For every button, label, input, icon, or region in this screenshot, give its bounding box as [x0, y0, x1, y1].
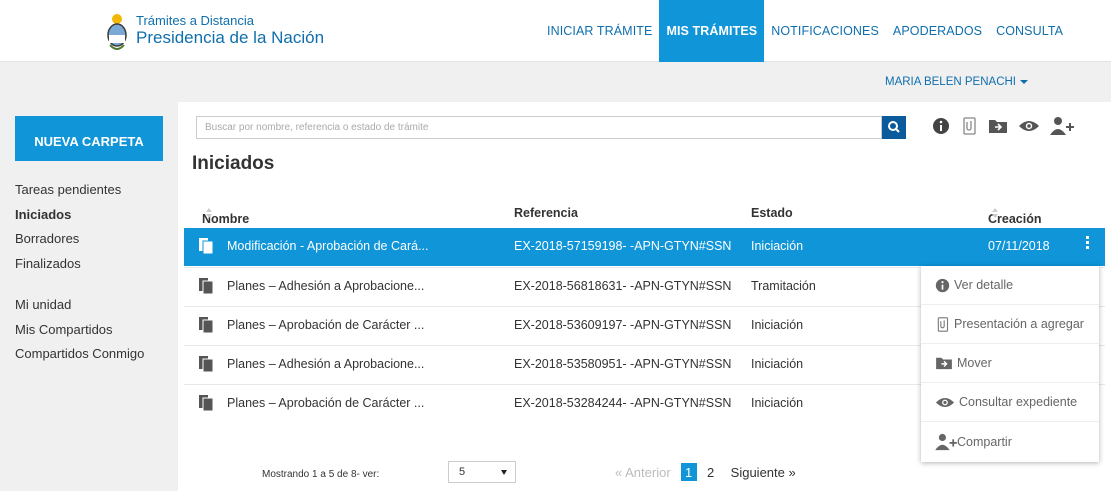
- prev-page-link[interactable]: « Anterior: [615, 465, 671, 480]
- sidebar: NUEVA CARPETA Tareas pendientes Iniciado…: [0, 102, 178, 491]
- view-eye-icon[interactable]: [1018, 119, 1040, 133]
- sort-icon: [992, 208, 998, 218]
- page-size-select[interactable]: 5: [448, 461, 516, 483]
- row-status: Iniciación: [751, 239, 804, 253]
- sidebar-item-finalizados[interactable]: Finalizados: [15, 256, 144, 281]
- row-name: Planes – Adhesión a Aprobacione...: [227, 357, 425, 371]
- top-header: Trámites a Distancia Presidencia de la N…: [0, 0, 1111, 62]
- menu-item-label: Ver detalle: [954, 278, 1014, 292]
- column-header-nombre[interactable]: Nombre: [202, 206, 249, 226]
- document-icon: [198, 277, 214, 298]
- user-menu[interactable]: MARIA BELEN PENACHI: [885, 76, 1028, 88]
- sidebar-item-iniciados[interactable]: Iniciados: [15, 207, 144, 232]
- page-size-value: 5: [459, 466, 466, 478]
- menu-item-label: Compartir: [957, 434, 1012, 449]
- sidebar-item-tareas-pendientes[interactable]: Tareas pendientes: [15, 182, 144, 207]
- nav-iniciar-tramite[interactable]: INICIAR TRÁMITE: [540, 0, 659, 62]
- nav-mis-tramites[interactable]: MIS TRÁMITES: [659, 0, 765, 62]
- row-status: Tramitación: [751, 279, 816, 293]
- attach-document-icon[interactable]: [960, 116, 978, 136]
- page-1-button[interactable]: 1: [680, 463, 697, 481]
- column-header-creacion[interactable]: Creación: [988, 206, 1042, 226]
- row-name: Planes – Aprobación de Carácter ...: [227, 396, 425, 410]
- row-reference: EX-2018-53284244- -APN-GTYN#SSN: [514, 396, 732, 410]
- sort-icon: [206, 208, 212, 218]
- info-icon[interactable]: [932, 117, 950, 135]
- row-reference: EX-2018-53609197- -APN-GTYN#SSN: [514, 318, 732, 332]
- menu-item-label: Presentación a agregar: [954, 317, 1084, 331]
- row-name: Modificación - Aprobación de Cará...: [227, 239, 429, 253]
- nav-notificaciones[interactable]: NOTIFICACIONES: [764, 0, 886, 62]
- menu-item-ver-detalle[interactable]: Ver detalle: [921, 266, 1099, 305]
- document-icon: [198, 237, 214, 258]
- nav-apoderados[interactable]: APODERADOS: [886, 0, 989, 62]
- page-2-button[interactable]: 2: [703, 463, 719, 481]
- document-icon: [198, 316, 214, 337]
- brand-subtitle: Trámites a Distancia: [136, 13, 254, 28]
- pagination: « Anterior 1 2 Siguiente »: [615, 463, 796, 481]
- row-reference: EX-2018-56818631- -APN-GTYN#SSN: [514, 279, 732, 293]
- user-bar: MARIA BELEN PENACHI: [0, 62, 1111, 102]
- sidebar-item-mis-compartidos[interactable]: Mis Compartidos: [15, 322, 144, 347]
- menu-item-compartir[interactable]: Compartir: [921, 422, 1099, 461]
- row-status: Iniciación: [751, 318, 804, 332]
- search-button[interactable]: [882, 116, 906, 139]
- next-page-link[interactable]: Siguiente »: [731, 465, 796, 480]
- caret-down-icon: [1020, 79, 1028, 84]
- document-icon: [198, 394, 214, 415]
- row-reference: EX-2018-57159198- -APN-GTYN#SSN: [514, 239, 732, 253]
- action-toolbar: [932, 116, 1084, 136]
- menu-item-mover[interactable]: Mover: [921, 344, 1099, 383]
- main-nav: INICIAR TRÁMITE MIS TRÁMITES NOTIFICACIO…: [540, 0, 1070, 62]
- pagination-info: Mostrando 1 a 5 de 8- ver:: [262, 469, 380, 480]
- add-user-icon: [935, 433, 957, 451]
- sidebar-list: Tareas pendientes Iniciados Borradores F…: [15, 182, 144, 371]
- new-folder-button[interactable]: NUEVA CARPETA: [15, 116, 163, 161]
- sidebar-item-borradores[interactable]: Borradores: [15, 231, 144, 256]
- page-title: Iniciados: [192, 153, 275, 174]
- search-bar: [196, 116, 908, 139]
- row-created: 07/11/2018: [988, 239, 1050, 253]
- move-folder-icon: [935, 356, 953, 370]
- move-folder-icon[interactable]: [988, 118, 1008, 134]
- row-status: Iniciación: [751, 396, 804, 410]
- menu-item-presentacion-a-agregar[interactable]: Presentación a agregar: [921, 305, 1099, 344]
- dropdown-arrow-icon: [501, 470, 507, 475]
- sidebar-item-mi-unidad[interactable]: Mi unidad: [15, 297, 144, 322]
- row-status: Iniciación: [751, 357, 804, 371]
- menu-item-label: Consultar expediente: [959, 395, 1078, 409]
- table-header: Nombre Referencia Estado Creación: [180, 200, 1105, 226]
- search-icon: [888, 121, 900, 133]
- document-icon: [198, 355, 214, 376]
- column-header-estado[interactable]: Estado: [751, 206, 793, 220]
- row-name: Planes – Adhesión a Aprobacione...: [227, 279, 425, 293]
- table-row[interactable]: Modificación - Aprobación de Cará... EX-…: [184, 228, 1105, 266]
- user-name: MARIA BELEN PENACHI: [884, 76, 1016, 88]
- add-user-icon[interactable]: [1050, 116, 1074, 136]
- brand[interactable]: Trámites a Distancia Presidencia de la N…: [106, 9, 324, 51]
- sidebar-item-compartidos-conmigo[interactable]: Compartidos Conmigo: [15, 346, 144, 371]
- row-reference: EX-2018-53580951- -APN-GTYN#SSN: [514, 357, 732, 371]
- row-name: Planes – Aprobación de Carácter ...: [227, 318, 425, 332]
- column-header-referencia[interactable]: Referencia: [514, 206, 578, 220]
- menu-item-label: Mover: [957, 356, 992, 370]
- coat-of-arms-logo: [106, 9, 128, 51]
- info-icon: [935, 278, 950, 293]
- attach-document-icon: [935, 316, 950, 333]
- brand-title: Presidencia de la Nación: [136, 28, 325, 47]
- search-input[interactable]: [196, 116, 882, 139]
- menu-item-consultar-expediente[interactable]: Consultar expediente: [921, 383, 1099, 422]
- row-actions-kebab-icon[interactable]: [1086, 236, 1090, 252]
- view-eye-icon: [935, 396, 955, 409]
- row-context-menu: Ver detalle Presentación a agregar Mover…: [921, 266, 1099, 462]
- nav-consulta[interactable]: CONSULTA: [989, 0, 1070, 62]
